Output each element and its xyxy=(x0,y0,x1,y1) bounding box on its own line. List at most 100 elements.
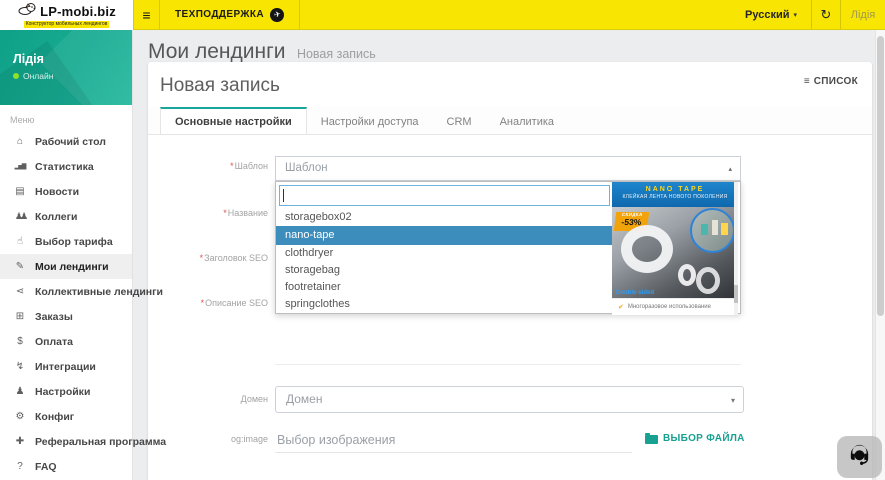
sidebar-item-dashboard[interactable]: ⌂ Рабочий стол xyxy=(0,129,132,154)
sidebar-item-config[interactable]: ⚙ Конфиг xyxy=(0,404,132,429)
dropdown-option[interactable]: clothdryer xyxy=(276,245,612,262)
chevron-down-icon: ▾ xyxy=(731,396,735,405)
pencil-icon: ✎ xyxy=(12,261,28,272)
domain-select[interactable]: Домен ▾ xyxy=(275,386,744,413)
list-icon: ≡ xyxy=(804,76,810,87)
page-scrollbar-thumb[interactable] xyxy=(877,36,884,316)
preview-header: NANO TAPE КЛЕЙКАЯ ЛЕНТА НОВОГО ПОКОЛЕНИЯ xyxy=(612,182,738,207)
chevron-down-icon: ▾ xyxy=(793,11,797,19)
preview-scrollbar-thumb[interactable] xyxy=(734,285,738,303)
sidebar-menu: ⌂ Рабочий стол ▂▅▇ Статистика ▤ Новости … xyxy=(0,129,132,479)
tab-bar: Основные настройки Настройки доступа CRM… xyxy=(148,107,872,135)
people-icon: ♟♟ xyxy=(12,211,28,222)
sidebar: Лідія Онлайн Меню ⌂ Рабочий стол ▂▅▇ Ста… xyxy=(0,30,133,480)
sidebar-item-settings[interactable]: ♟ Настройки xyxy=(0,379,132,404)
chevron-up-icon: ▴ xyxy=(728,165,732,173)
sidebar-user-name: Лідія xyxy=(13,52,44,66)
plug-icon: ↯ xyxy=(12,361,28,372)
list-button[interactable]: ≡ СПИСОК xyxy=(804,76,858,87)
tape-roll-image xyxy=(621,225,673,273)
dropdown-option[interactable]: springclothes xyxy=(276,296,612,313)
name-label: *Название xyxy=(148,208,268,218)
template-dropdown-panel: storagebox02 nano-tape clothdryer storag… xyxy=(275,181,741,314)
preview-subtitle: КЛЕЙКАЯ ЛЕНТА НОВОГО ПОКОЛЕНИЯ xyxy=(612,194,738,201)
dropdown-option[interactable]: footretainer xyxy=(276,279,612,296)
dollar-icon: $ xyxy=(12,336,28,347)
sidebar-item-integrations[interactable]: ↯ Интеграции xyxy=(0,354,132,379)
og-image-input[interactable]: Выбор изображения xyxy=(275,428,632,453)
sidebar-item-my-landings[interactable]: ✎ Мои лендинги xyxy=(0,254,132,279)
logo[interactable]: LP-mobi.biz Конструктор мобильных лендин… xyxy=(0,0,133,30)
sidebar-item-orders[interactable]: ⊞ Заказы xyxy=(0,304,132,329)
sidebar-item-payment[interactable]: $ Оплата xyxy=(0,329,132,354)
breadcrumb: Новая запись xyxy=(297,47,376,61)
language-dropdown[interactable]: Русский ▾ xyxy=(731,0,811,29)
menu-section-label: Меню xyxy=(0,105,132,129)
logo-subtitle: Конструктор мобильных лендингов xyxy=(24,21,110,28)
sidebar-item-collective-landings[interactable]: ⋖ Коллективные лендинги xyxy=(0,279,132,304)
refresh-icon: ↻ xyxy=(821,7,832,23)
share-icon: ⋖ xyxy=(12,286,28,297)
dropdown-option[interactable]: storagebag xyxy=(276,262,612,279)
online-status-dot xyxy=(13,73,19,79)
sidebar-user-panel: Лідія Онлайн xyxy=(0,30,132,105)
sidebar-item-faq[interactable]: ? FAQ xyxy=(0,454,132,479)
sidebar-item-referral[interactable]: ✚ Реферальная программа xyxy=(0,429,132,454)
tab-analytics[interactable]: Аналитика xyxy=(486,107,568,134)
user-icon: ♟ xyxy=(12,386,28,397)
seo-title-label: *Заголовок SEO xyxy=(148,253,268,263)
sidebar-item-colleagues[interactable]: ♟♟ Коллеги xyxy=(0,204,132,229)
refresh-button[interactable]: ↻ xyxy=(812,0,840,29)
page-title: Мои лендинги xyxy=(148,40,285,63)
sidebar-item-news[interactable]: ▤ Новости xyxy=(0,179,132,204)
content-area: Мои лендинги Новая запись Новая запись ≡… xyxy=(133,30,885,480)
content-header: Мои лендинги Новая запись xyxy=(133,30,885,64)
online-status-label: Онлайн xyxy=(23,71,53,81)
template-select[interactable]: Шаблон ▴ xyxy=(275,156,741,181)
preview-caption: Double-sided xyxy=(616,290,654,296)
text-cursor xyxy=(283,189,284,202)
telegram-icon: ✈ xyxy=(270,8,284,22)
template-preview: NANO TAPE КЛЕЙКАЯ ЛЕНТА НОВОГО ПОКОЛЕНИЯ… xyxy=(612,182,738,315)
dog-logo-icon xyxy=(17,2,37,20)
choose-file-button[interactable]: ВЫБОР ФАЙЛА xyxy=(645,433,745,444)
tech-support-button[interactable]: ТЕХПОДДЕРЖКА ✈ xyxy=(160,0,300,29)
tab-access-settings[interactable]: Настройки доступа xyxy=(307,107,433,134)
card-title: Новая запись xyxy=(160,75,280,97)
dropdown-options: storagebox02 nano-tape clothdryer storag… xyxy=(276,209,612,313)
tech-support-label: ТЕХПОДДЕРЖКА xyxy=(175,9,264,20)
support-chat-button[interactable] xyxy=(837,436,882,478)
user-plus-icon: ✚ xyxy=(12,436,28,447)
hand-pointer-icon: ☝ xyxy=(12,236,28,247)
newspaper-icon: ▤ xyxy=(12,186,28,197)
bar-chart-icon: ▂▅▇ xyxy=(12,163,28,170)
hamburger-icon: ≡ xyxy=(142,7,150,23)
headset-icon xyxy=(846,442,873,473)
topbar-username[interactable]: Лідія xyxy=(841,0,885,29)
tab-crm[interactable]: CRM xyxy=(433,107,486,134)
dropdown-option-highlighted[interactable]: nano-tape xyxy=(276,226,612,245)
dropdown-search-input[interactable] xyxy=(279,185,610,206)
question-icon: ? xyxy=(12,461,28,472)
domain-label: Домен xyxy=(148,394,268,404)
tape-roll-small xyxy=(678,264,696,286)
form-card: Новая запись ≡ СПИСОК Основные настройки… xyxy=(148,62,872,480)
logo-title: LP-mobi.biz xyxy=(40,5,116,18)
preview-product-image: СКИДКА -53% Double-sided xyxy=(612,207,738,298)
sidebar-item-statistics[interactable]: ▂▅▇ Статистика xyxy=(0,154,132,179)
preview-scrollbar[interactable] xyxy=(734,182,738,315)
cart-icon: ⊞ xyxy=(12,311,28,322)
page-scrollbar[interactable] xyxy=(875,30,885,480)
template-label: *Шаблон xyxy=(148,161,268,171)
top-bar: LP-mobi.biz Конструктор мобильных лендин… xyxy=(0,0,885,30)
sidebar-item-tariff[interactable]: ☝ Выбор тарифа xyxy=(0,229,132,254)
dropdown-option[interactable]: storagebox02 xyxy=(276,209,612,226)
domain-select-placeholder: Домен xyxy=(276,387,743,412)
sidebar-toggle-button[interactable]: ≡ xyxy=(133,0,160,29)
preview-inset-photo xyxy=(690,208,735,253)
field-divider xyxy=(275,364,741,365)
seo-description-label: *Описание SEO xyxy=(148,298,268,308)
tab-main-settings[interactable]: Основные настройки xyxy=(160,107,307,134)
tape-roll-small xyxy=(696,267,720,294)
template-select-placeholder: Шаблон xyxy=(276,157,740,180)
